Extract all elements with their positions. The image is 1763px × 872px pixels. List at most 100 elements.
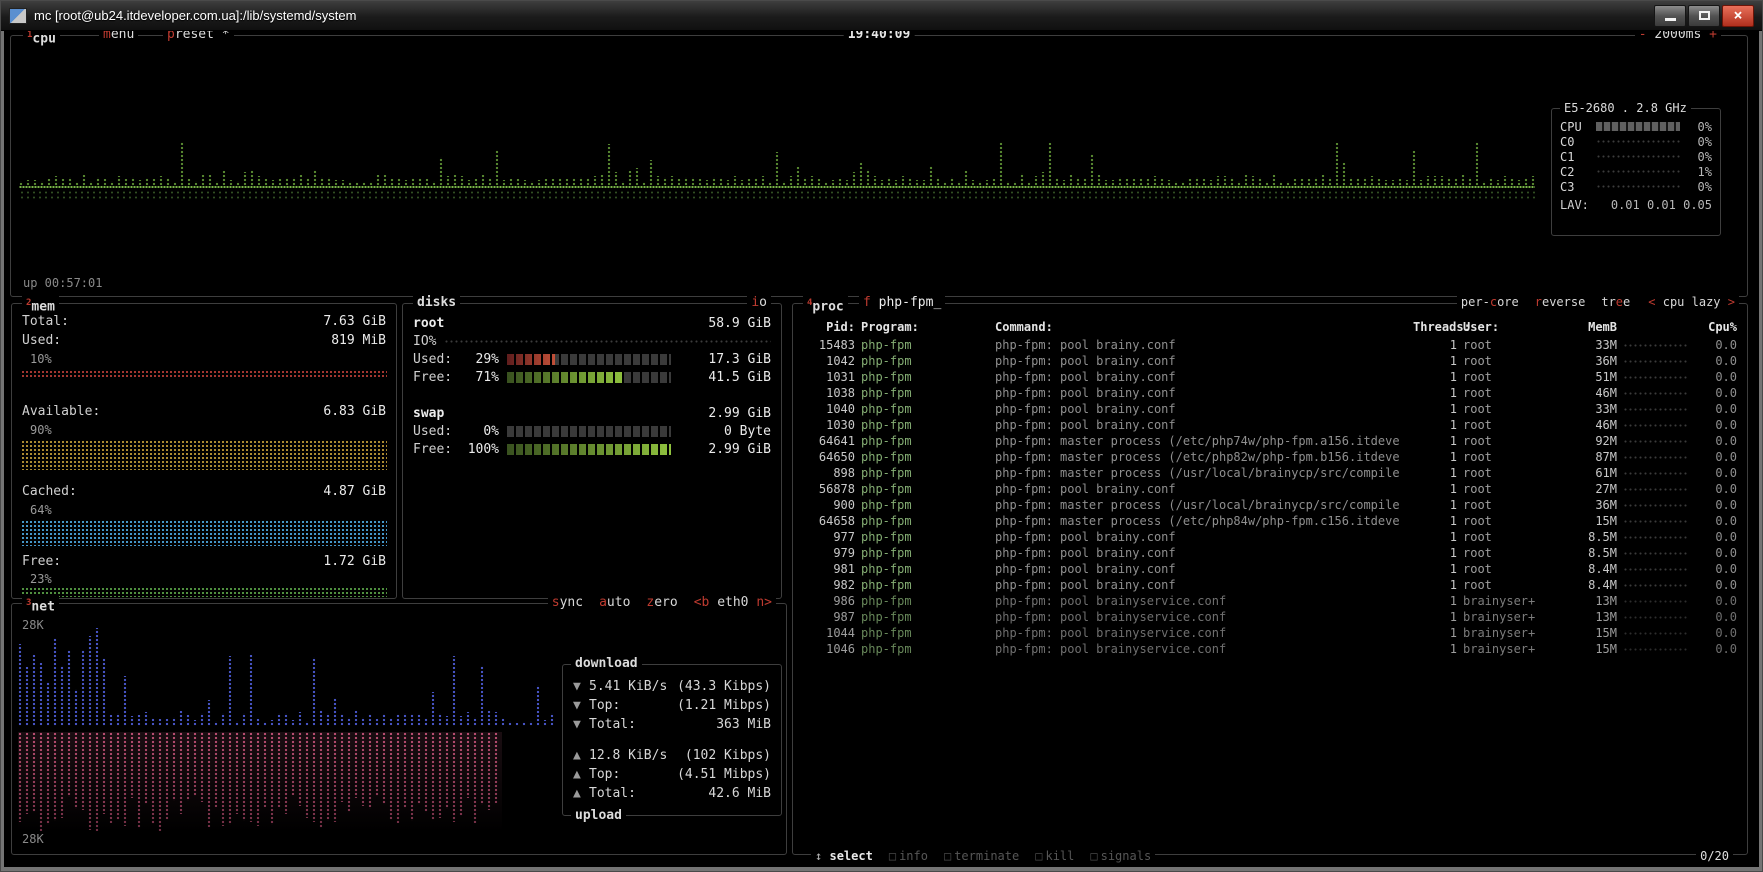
col-threads[interactable]: Threads:: [1413, 320, 1457, 334]
upload-stats: ▲12.8 KiB/s(102 Kibps)▲Top:(4.51 Mibps)▲…: [563, 734, 781, 803]
net-mode-sync[interactable]: sync: [552, 595, 583, 610]
col-mem[interactable]: MemB: [1565, 320, 1617, 334]
proc-option-undefinedee[interactable]: tree: [1601, 295, 1630, 309]
maximize-button[interactable]: [1688, 5, 1720, 27]
net-box-title[interactable]: 3net: [22, 595, 59, 615]
cell-mem: 92M: [1565, 434, 1617, 448]
mem-total-label: Total:: [22, 314, 69, 329]
process-row[interactable]: 64650php-fpmphp-fpm: master process (/et…: [793, 449, 1747, 465]
process-row[interactable]: 1031php-fpmphp-fpm: pool brainy.conf1roo…: [793, 369, 1747, 385]
process-row[interactable]: 900php-fpmphp-fpm: master process (/usr/…: [793, 497, 1747, 513]
mem-used-row: Used:819 MiB: [22, 331, 386, 349]
process-row[interactable]: 1038php-fpmphp-fpm: pool brainy.conf1roo…: [793, 385, 1747, 401]
process-filter[interactable]: f php-fpm_: [859, 295, 945, 311]
cell-user: brainyser+: [1463, 642, 1559, 656]
proc-option-undefinedcore[interactable]: per-core: [1461, 295, 1519, 309]
proc-options: per-core reverse tree < cpu lazy >: [1457, 295, 1739, 309]
process-row[interactable]: 64641php-fpmphp-fpm: master process (/et…: [793, 433, 1747, 449]
minimize-button[interactable]: [1654, 5, 1686, 27]
cell-program: php-fpm: [861, 354, 989, 368]
disk-free-label: Free:: [413, 370, 463, 385]
select-control[interactable]: ↕ select: [815, 849, 873, 863]
cell-threads: 1: [1413, 386, 1457, 400]
net-mode-auto[interactable]: auto: [599, 595, 630, 610]
footer-terminate-button[interactable]: □terminate: [944, 849, 1019, 863]
proc-box-title[interactable]: 4proc: [803, 295, 848, 315]
process-row[interactable]: 979php-fpmphp-fpm: pool brainy.conf1root…: [793, 545, 1747, 561]
io-toggle[interactable]: io: [747, 295, 771, 311]
uptime: up 00:57:01: [23, 276, 102, 290]
nic-next[interactable]: n>: [756, 595, 772, 610]
cpu-box-title[interactable]: 1cpu: [23, 31, 60, 47]
down-arrow-icon: ▼: [573, 679, 589, 694]
filter-input[interactable]: php-fpm_: [879, 295, 942, 310]
load-average-row: LAV:0.01 0.01 0.05: [1552, 198, 1720, 212]
sort-control[interactable]: < cpu lazy >: [1648, 295, 1735, 309]
process-row[interactable]: 1044php-fpmphp-fpm: pool brainyservice.c…: [793, 625, 1747, 641]
cell-pid: 1046: [803, 642, 855, 656]
process-row[interactable]: 56878php-fpmphp-fpm: pool brainy.conf1ro…: [793, 481, 1747, 497]
cell-mem: 36M: [1565, 354, 1617, 368]
cell-cpu: 0.0: [1693, 466, 1737, 480]
close-button[interactable]: ×: [1722, 5, 1754, 27]
cell-cpu: 0.0: [1693, 354, 1737, 368]
mem-cached-label: Cached:: [22, 484, 77, 499]
footer-kill-button[interactable]: □kill: [1035, 849, 1074, 863]
col-program[interactable]: Program:: [861, 320, 989, 334]
col-pid[interactable]: Pid:: [803, 320, 855, 334]
download-graph: [18, 622, 558, 726]
cell-user: root: [1463, 370, 1559, 384]
filter-hotkey: f: [863, 295, 871, 310]
preset-hotkey: p: [167, 31, 175, 42]
download-stat-row: ▼Total:363 MiB: [573, 715, 771, 734]
process-row[interactable]: 64658php-fpmphp-fpm: master process (/et…: [793, 513, 1747, 529]
process-row[interactable]: 977php-fpmphp-fpm: pool brainy.conf1root…: [793, 529, 1747, 545]
process-row[interactable]: 1042php-fpmphp-fpm: pool brainy.conf1roo…: [793, 353, 1747, 369]
mem-used-graph: [21, 370, 387, 377]
nic-switcher[interactable]: <b eth0 n>: [694, 595, 772, 610]
menu-button[interactable]: menu: [99, 31, 138, 43]
cell-user: root: [1463, 482, 1559, 496]
interval-plus[interactable]: +: [1709, 31, 1717, 42]
cell-threads: 1: [1413, 466, 1457, 480]
proc-option-undefinedreverse[interactable]: reverse: [1535, 295, 1586, 309]
mem-cached-percent: 64%: [22, 503, 52, 517]
process-row[interactable]: 987php-fpmphp-fpm: pool brainyservice.co…: [793, 609, 1747, 625]
process-cpu-graph: [1623, 631, 1687, 636]
cell-cpu: 0.0: [1693, 450, 1737, 464]
proc-box: 4proc f php-fpm_ per-corereversetree < c…: [792, 303, 1748, 855]
process-row[interactable]: 981php-fpmphp-fpm: pool brainy.conf1root…: [793, 561, 1747, 577]
footer-signals-button[interactable]: □signals: [1090, 849, 1151, 863]
title-bar[interactable]: mc [root@ub24.itdeveloper.com.ua]:/lib/s…: [1, 1, 1762, 31]
col-user[interactable]: User:: [1463, 320, 1559, 334]
sort-next[interactable]: >: [1728, 295, 1735, 309]
mem-cached-value: 4.87 GiB: [323, 484, 386, 499]
mem-available-row: Available:6.83 GiB: [22, 402, 386, 420]
col-command[interactable]: Command:: [995, 320, 1407, 334]
interval-minus[interactable]: -: [1639, 31, 1647, 42]
disks-box-title: disks: [413, 295, 460, 311]
cell-threads: 1: [1413, 418, 1457, 432]
process-row[interactable]: 1040php-fpmphp-fpm: pool brainy.conf1roo…: [793, 401, 1747, 417]
download-stat-row: ▼5.41 KiB/s(43.3 Kibps): [573, 677, 771, 696]
col-cpu[interactable]: Cpu%: [1693, 320, 1737, 334]
cell-program: php-fpm: [861, 402, 989, 416]
footer-info-button[interactable]: □info: [889, 849, 928, 863]
cell-mem: 8.5M: [1565, 530, 1617, 544]
net-mode-zero[interactable]: zero: [646, 595, 677, 610]
net-scale-bottom: 28K: [22, 832, 44, 846]
process-row[interactable]: 986php-fpmphp-fpm: pool brainyservice.co…: [793, 593, 1747, 609]
process-row[interactable]: 1046php-fpmphp-fpm: pool brainyservice.c…: [793, 641, 1747, 657]
process-row[interactable]: 1030php-fpmphp-fpm: pool brainy.conf1roo…: [793, 417, 1747, 433]
process-row[interactable]: 982php-fpmphp-fpm: pool brainy.conf1root…: [793, 577, 1747, 593]
swap-free-percent: 100%: [463, 442, 499, 457]
preset-button[interactable]: preset *: [163, 31, 234, 43]
mem-available-graph: [21, 440, 387, 470]
nic-prev[interactable]: <b: [694, 595, 710, 610]
cell-cpu: 0.0: [1693, 418, 1737, 432]
cell-pid: 1040: [803, 402, 855, 416]
cell-program: php-fpm: [861, 546, 989, 560]
sort-prev[interactable]: <: [1648, 295, 1655, 309]
process-row[interactable]: 15483php-fpmphp-fpm: pool brainy.conf1ro…: [793, 337, 1747, 353]
process-row[interactable]: 898php-fpmphp-fpm: master process (/usr/…: [793, 465, 1747, 481]
